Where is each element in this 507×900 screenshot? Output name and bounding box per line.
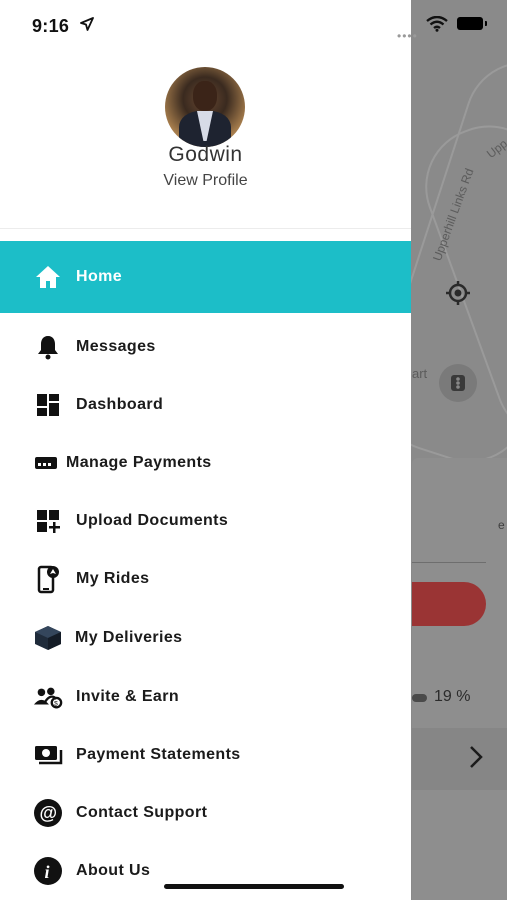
location-arrow-icon [80, 17, 94, 36]
info-icon: i [33, 856, 63, 886]
traffic-light-icon[interactable] [439, 364, 477, 402]
panel-row[interactable] [412, 728, 507, 790]
menu-item-label: Manage Payments [66, 454, 212, 471]
panel-text: e [498, 518, 505, 532]
divider [412, 562, 486, 563]
status-bar: 9:16 •••• [0, 0, 507, 50]
svg-text:$: $ [54, 700, 58, 707]
menu-item-label: Dashboard [76, 396, 164, 413]
menu-item-my-deliveries[interactable]: My Deliveries [0, 609, 411, 667]
menu-item-upload-documents[interactable]: Upload Documents [0, 492, 411, 550]
wifi-icon [426, 15, 448, 37]
menu-item-label: Payment Statements [76, 746, 241, 763]
signal-dots-icon: •••• [397, 29, 418, 43]
delivery-box-icon [33, 623, 63, 653]
menu-item-label: About Us [76, 862, 151, 879]
upload-documents-icon [33, 506, 63, 536]
menu-item-manage-payments[interactable]: Manage Payments [0, 434, 411, 492]
navigation-drawer: Godwin View Profile Home Messages Dashbo… [0, 0, 411, 900]
battery-percent: 19 % [434, 688, 471, 705]
svg-text:@: @ [40, 803, 58, 823]
at-sign-icon: @ [33, 798, 63, 828]
menu-item-label: My Deliveries [75, 629, 183, 646]
home-indicator[interactable] [164, 884, 344, 889]
dashboard-icon [33, 390, 63, 420]
menu-item-contact-support[interactable]: @ Contact Support [0, 784, 411, 842]
go-online-button[interactable] [412, 582, 486, 626]
map-place-label: art [412, 366, 428, 381]
bell-icon [33, 332, 63, 362]
menu-item-invite-earn[interactable]: $ Invite & Earn [0, 668, 411, 726]
locate-me-icon[interactable] [439, 274, 477, 312]
home-icon [33, 262, 63, 292]
payment-card-icon [31, 448, 61, 478]
battery-level-bar [412, 694, 427, 702]
menu-item-home[interactable]: Home [0, 241, 411, 313]
menu-item-label: Messages [76, 338, 156, 355]
statement-cash-icon [33, 740, 63, 770]
menu-item-label: Home [76, 268, 123, 285]
invite-users-icon: $ [33, 682, 63, 712]
svg-text:i: i [45, 862, 50, 882]
menu-item-dashboard[interactable]: Dashboard [0, 376, 411, 434]
menu-item-label: My Rides [76, 570, 150, 587]
profile-name: Godwin [168, 143, 243, 166]
status-time: 9:16 [32, 16, 70, 36]
chevron-right-icon[interactable] [468, 744, 484, 775]
menu-item-my-rides[interactable]: My Rides [0, 550, 411, 608]
menu-item-messages[interactable]: Messages [0, 318, 411, 376]
menu-item-label: Contact Support [76, 804, 208, 821]
bottom-panel [412, 458, 507, 900]
menu-item-about-us[interactable]: i About Us [0, 842, 411, 900]
rides-phone-icon [33, 564, 63, 594]
menu-item-label: Upload Documents [76, 512, 229, 529]
view-profile-link[interactable]: View Profile [0, 172, 411, 190]
battery-icon [457, 17, 487, 30]
menu-item-payment-statements[interactable]: Payment Statements [0, 726, 411, 784]
avatar[interactable] [165, 67, 245, 147]
menu-item-label: Invite & Earn [76, 688, 180, 705]
